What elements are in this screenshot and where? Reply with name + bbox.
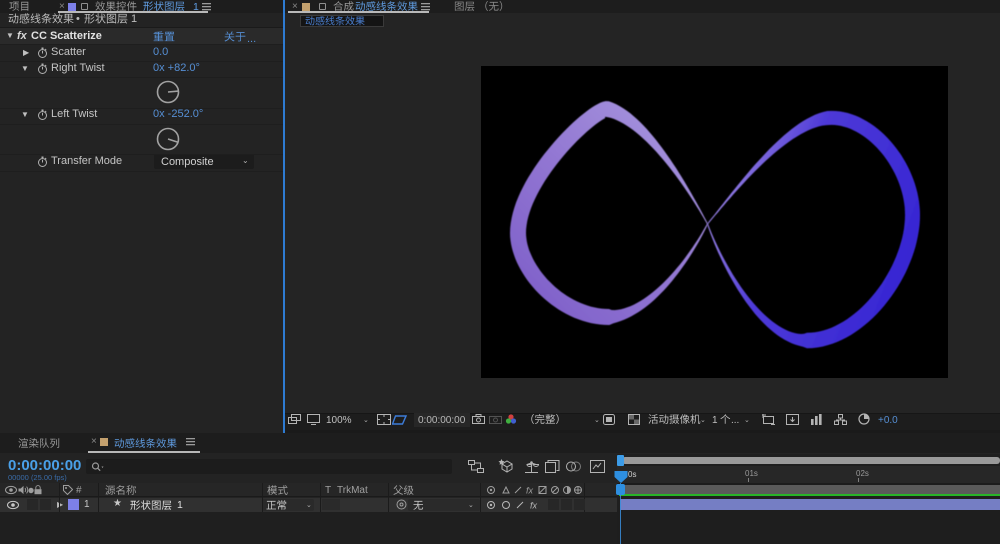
svg-text:fx: fx <box>526 486 534 496</box>
svg-text:fx: fx <box>530 501 538 511</box>
